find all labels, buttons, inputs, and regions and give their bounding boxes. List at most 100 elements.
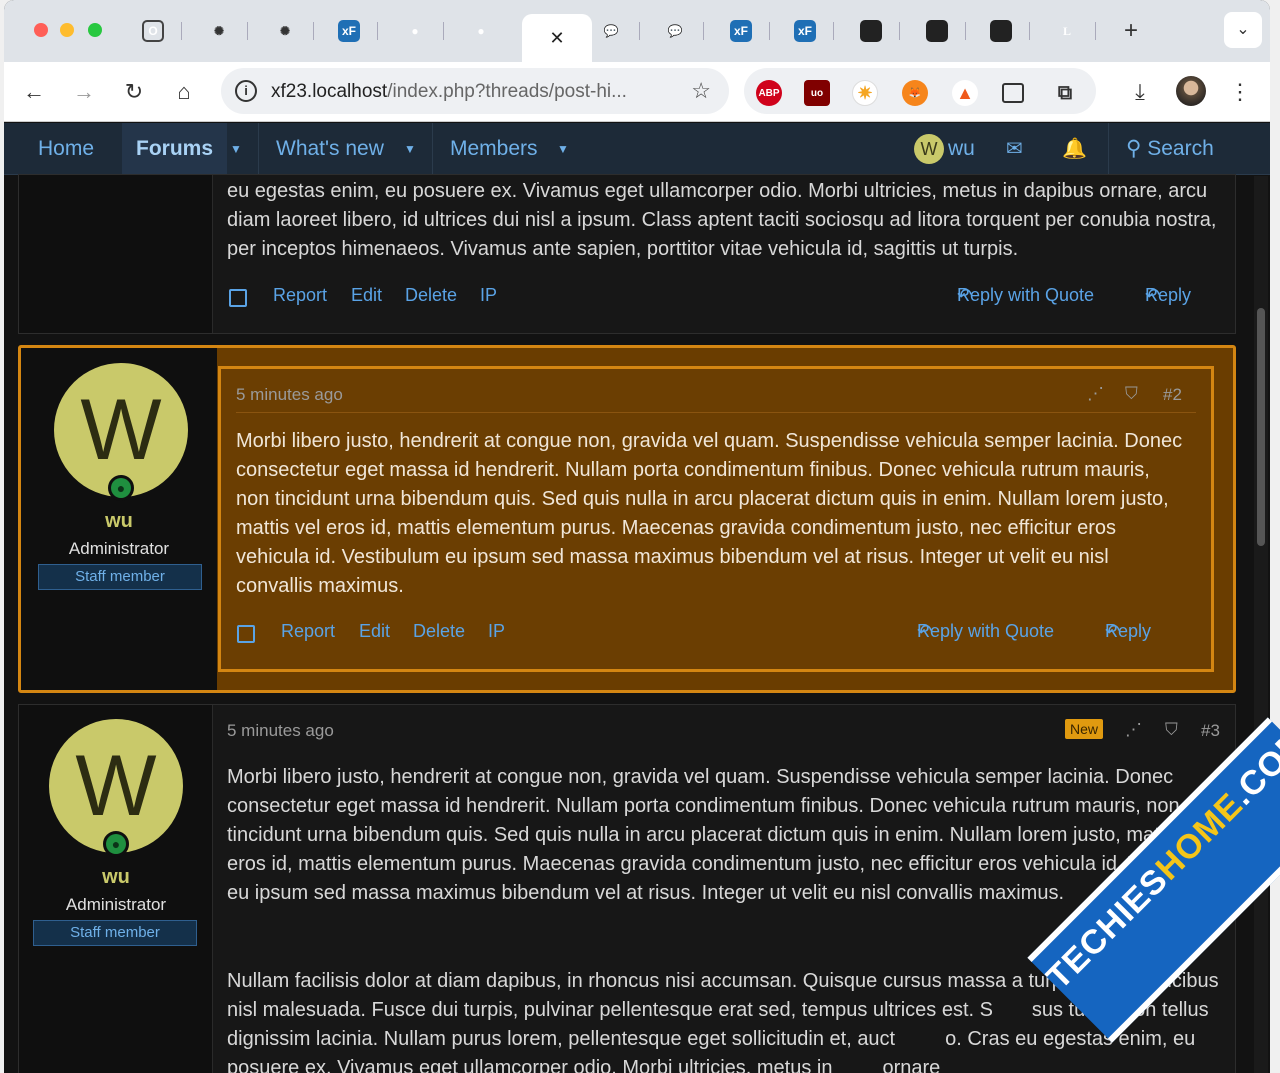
delete-link[interactable]: Delete xyxy=(405,285,457,306)
chevron-down-icon[interactable]: ▼ xyxy=(404,123,416,175)
bookmark-star-icon[interactable]: ☆ xyxy=(691,78,711,104)
minimize-window-button[interactable] xyxy=(60,23,74,37)
chevron-down-icon[interactable]: ▼ xyxy=(557,123,569,175)
chat-icon: 💬 xyxy=(667,24,683,38)
tab-mask-1[interactable] xyxy=(842,14,900,48)
forward-button[interactable]: → xyxy=(70,78,98,106)
ip-link[interactable]: IP xyxy=(480,285,497,306)
new-tab-button[interactable]: + xyxy=(1116,16,1146,46)
report-link[interactable]: Report xyxy=(281,621,335,642)
openai-icon: ✺ xyxy=(213,24,225,38)
tab-globe-2[interactable]: ● xyxy=(452,14,510,48)
arrow-right-icon: → xyxy=(73,79,95,104)
mail-icon[interactable]: ✉ xyxy=(1006,123,1023,175)
mask-icon xyxy=(926,20,948,42)
select-checkbox[interactable] xyxy=(237,625,255,643)
close-icon[interactable]: ✕ xyxy=(546,27,568,49)
url-text[interactable]: xf23.localhost/index.php?threads/post-hi… xyxy=(271,81,627,103)
download-icon: ⤓ xyxy=(1135,79,1145,104)
tab-opera[interactable]: O xyxy=(124,14,182,48)
chevron-down-icon: ⌄ xyxy=(1236,21,1250,38)
user-title: Administrator xyxy=(68,539,170,558)
scrollbar[interactable] xyxy=(1254,176,1268,1073)
search-icon: ⚲ xyxy=(1126,137,1142,160)
staff-banner: Staff member xyxy=(38,564,202,590)
nav-whats-new[interactable]: What's new xyxy=(276,123,384,175)
tab-globe-1[interactable]: ● xyxy=(386,14,444,48)
bell-icon[interactable]: 🔔 xyxy=(1062,123,1087,175)
post-2-actions: Report Edit Delete IP ↶ Reply with Quote… xyxy=(221,621,1211,651)
post-time[interactable]: 5 minutes ago xyxy=(227,721,334,741)
post-3-userbox: W ● wu Administrator Staff member xyxy=(19,705,213,1073)
screenshot-icon[interactable] xyxy=(1002,83,1024,103)
back-button[interactable]: ← xyxy=(20,78,48,106)
puzzle-icon[interactable]: ⧉ xyxy=(1052,80,1078,106)
nav-search[interactable]: ⚲ Search xyxy=(1126,123,1214,175)
nav-members[interactable]: Members xyxy=(450,123,538,175)
post-2-body: Morbi libero justo, hendrerit at congue … xyxy=(236,430,1183,597)
tab-xenforo-1[interactable]: xF xyxy=(320,14,378,48)
reload-button[interactable]: ↻ xyxy=(120,78,148,106)
ip-link[interactable]: IP xyxy=(488,621,505,642)
address-bar[interactable]: i xf23.localhost/index.php?threads/post-… xyxy=(221,68,729,114)
staff-banner: Staff member xyxy=(33,920,197,946)
nav-home[interactable]: Home xyxy=(38,123,94,175)
tab-xenforo-3[interactable]: xF xyxy=(776,14,834,48)
select-checkbox[interactable] xyxy=(229,289,247,307)
letter-l-icon: L xyxy=(1062,23,1071,38)
post-time[interactable]: 5 minutes ago xyxy=(236,385,343,405)
arrow-left-icon: ← xyxy=(23,79,45,104)
forum-navigation: Home Forums ▼ What's new ▼ Members ▼ W w… xyxy=(4,123,1270,175)
chevron-down-icon[interactable]: ▼ xyxy=(230,123,242,175)
close-window-button[interactable] xyxy=(34,23,48,37)
nav-forums[interactable]: Forums xyxy=(122,123,228,175)
post-3: W ● wu Administrator Staff member 5 minu… xyxy=(18,704,1236,1073)
post-number[interactable]: #3 xyxy=(1201,721,1220,741)
tab-xenforo-2[interactable]: xF xyxy=(712,14,770,48)
tab-search-button[interactable]: ⌄ xyxy=(1224,12,1262,48)
reload-icon: ↻ xyxy=(124,79,144,104)
nav-user-avatar[interactable]: W xyxy=(914,134,944,164)
downloads-button[interactable]: ⤓ xyxy=(1126,78,1154,106)
xenforo-icon: xF xyxy=(338,20,360,42)
adblock-plus-icon[interactable]: ABP xyxy=(756,80,782,106)
mountain-extension-icon[interactable]: ▲ xyxy=(952,80,978,106)
share-icon[interactable]: ⋰ xyxy=(1087,384,1104,404)
report-link[interactable]: Report xyxy=(273,285,327,306)
bookmark-icon[interactable]: ⛉ xyxy=(1165,720,1178,740)
home-icon: ⌂ xyxy=(177,79,191,104)
edit-link[interactable]: Edit xyxy=(359,621,390,642)
maximize-window-button[interactable] xyxy=(88,23,102,37)
online-indicator: ● xyxy=(108,475,134,501)
nav-username[interactable]: wu xyxy=(948,123,975,175)
post-username[interactable]: wu xyxy=(22,510,216,533)
tab-openai-1[interactable]: ✺ xyxy=(190,14,248,48)
bookmark-icon[interactable]: ⛉ xyxy=(1125,384,1138,404)
post-username[interactable]: wu xyxy=(19,866,213,889)
post-3-body: Morbi libero justo, hendrerit at congue … xyxy=(227,766,1227,904)
edit-link[interactable]: Edit xyxy=(351,285,382,306)
home-button[interactable]: ⌂ xyxy=(170,78,198,106)
share-icon[interactable]: ⋰ xyxy=(1125,720,1142,740)
post-number[interactable]: #2 xyxy=(1163,385,1182,405)
browser-menu-button[interactable]: ⋮ xyxy=(1226,78,1254,106)
tab-openai-2[interactable]: ✺ xyxy=(256,14,314,48)
tab-letter-l[interactable]: L xyxy=(1038,14,1096,48)
new-badge: New xyxy=(1065,719,1104,739)
metamask-icon[interactable]: 🦊 xyxy=(902,80,928,106)
profile-avatar[interactable] xyxy=(1176,76,1206,106)
delete-link[interactable]: Delete xyxy=(413,621,465,642)
post-2-message: 5 minutes ago ⋰ ⛉ #2 Morbi libero justo,… xyxy=(218,366,1214,672)
tab-mask-2[interactable] xyxy=(908,14,966,48)
sparkle-extension-icon[interactable]: ✷ xyxy=(852,80,878,106)
tab-mask-3[interactable] xyxy=(972,14,1030,48)
tab-strip: O ✺ ✺ xF ● ● ✕ 💬 💬 xF xF L + ⌄ xyxy=(4,0,1270,62)
post-1: eu egestas enim, eu posuere ex. Vivamus … xyxy=(18,174,1236,334)
scrollbar-thumb[interactable] xyxy=(1257,308,1265,546)
more-vertical-icon: ⋮ xyxy=(1229,79,1251,104)
tab-chat-1[interactable]: 💬 xyxy=(582,14,640,48)
chat-icon: 💬 xyxy=(603,24,619,38)
site-info-icon[interactable]: i xyxy=(235,80,257,102)
tab-chat-2[interactable]: 💬 xyxy=(646,14,704,48)
ublock-icon[interactable]: uo xyxy=(804,80,830,106)
